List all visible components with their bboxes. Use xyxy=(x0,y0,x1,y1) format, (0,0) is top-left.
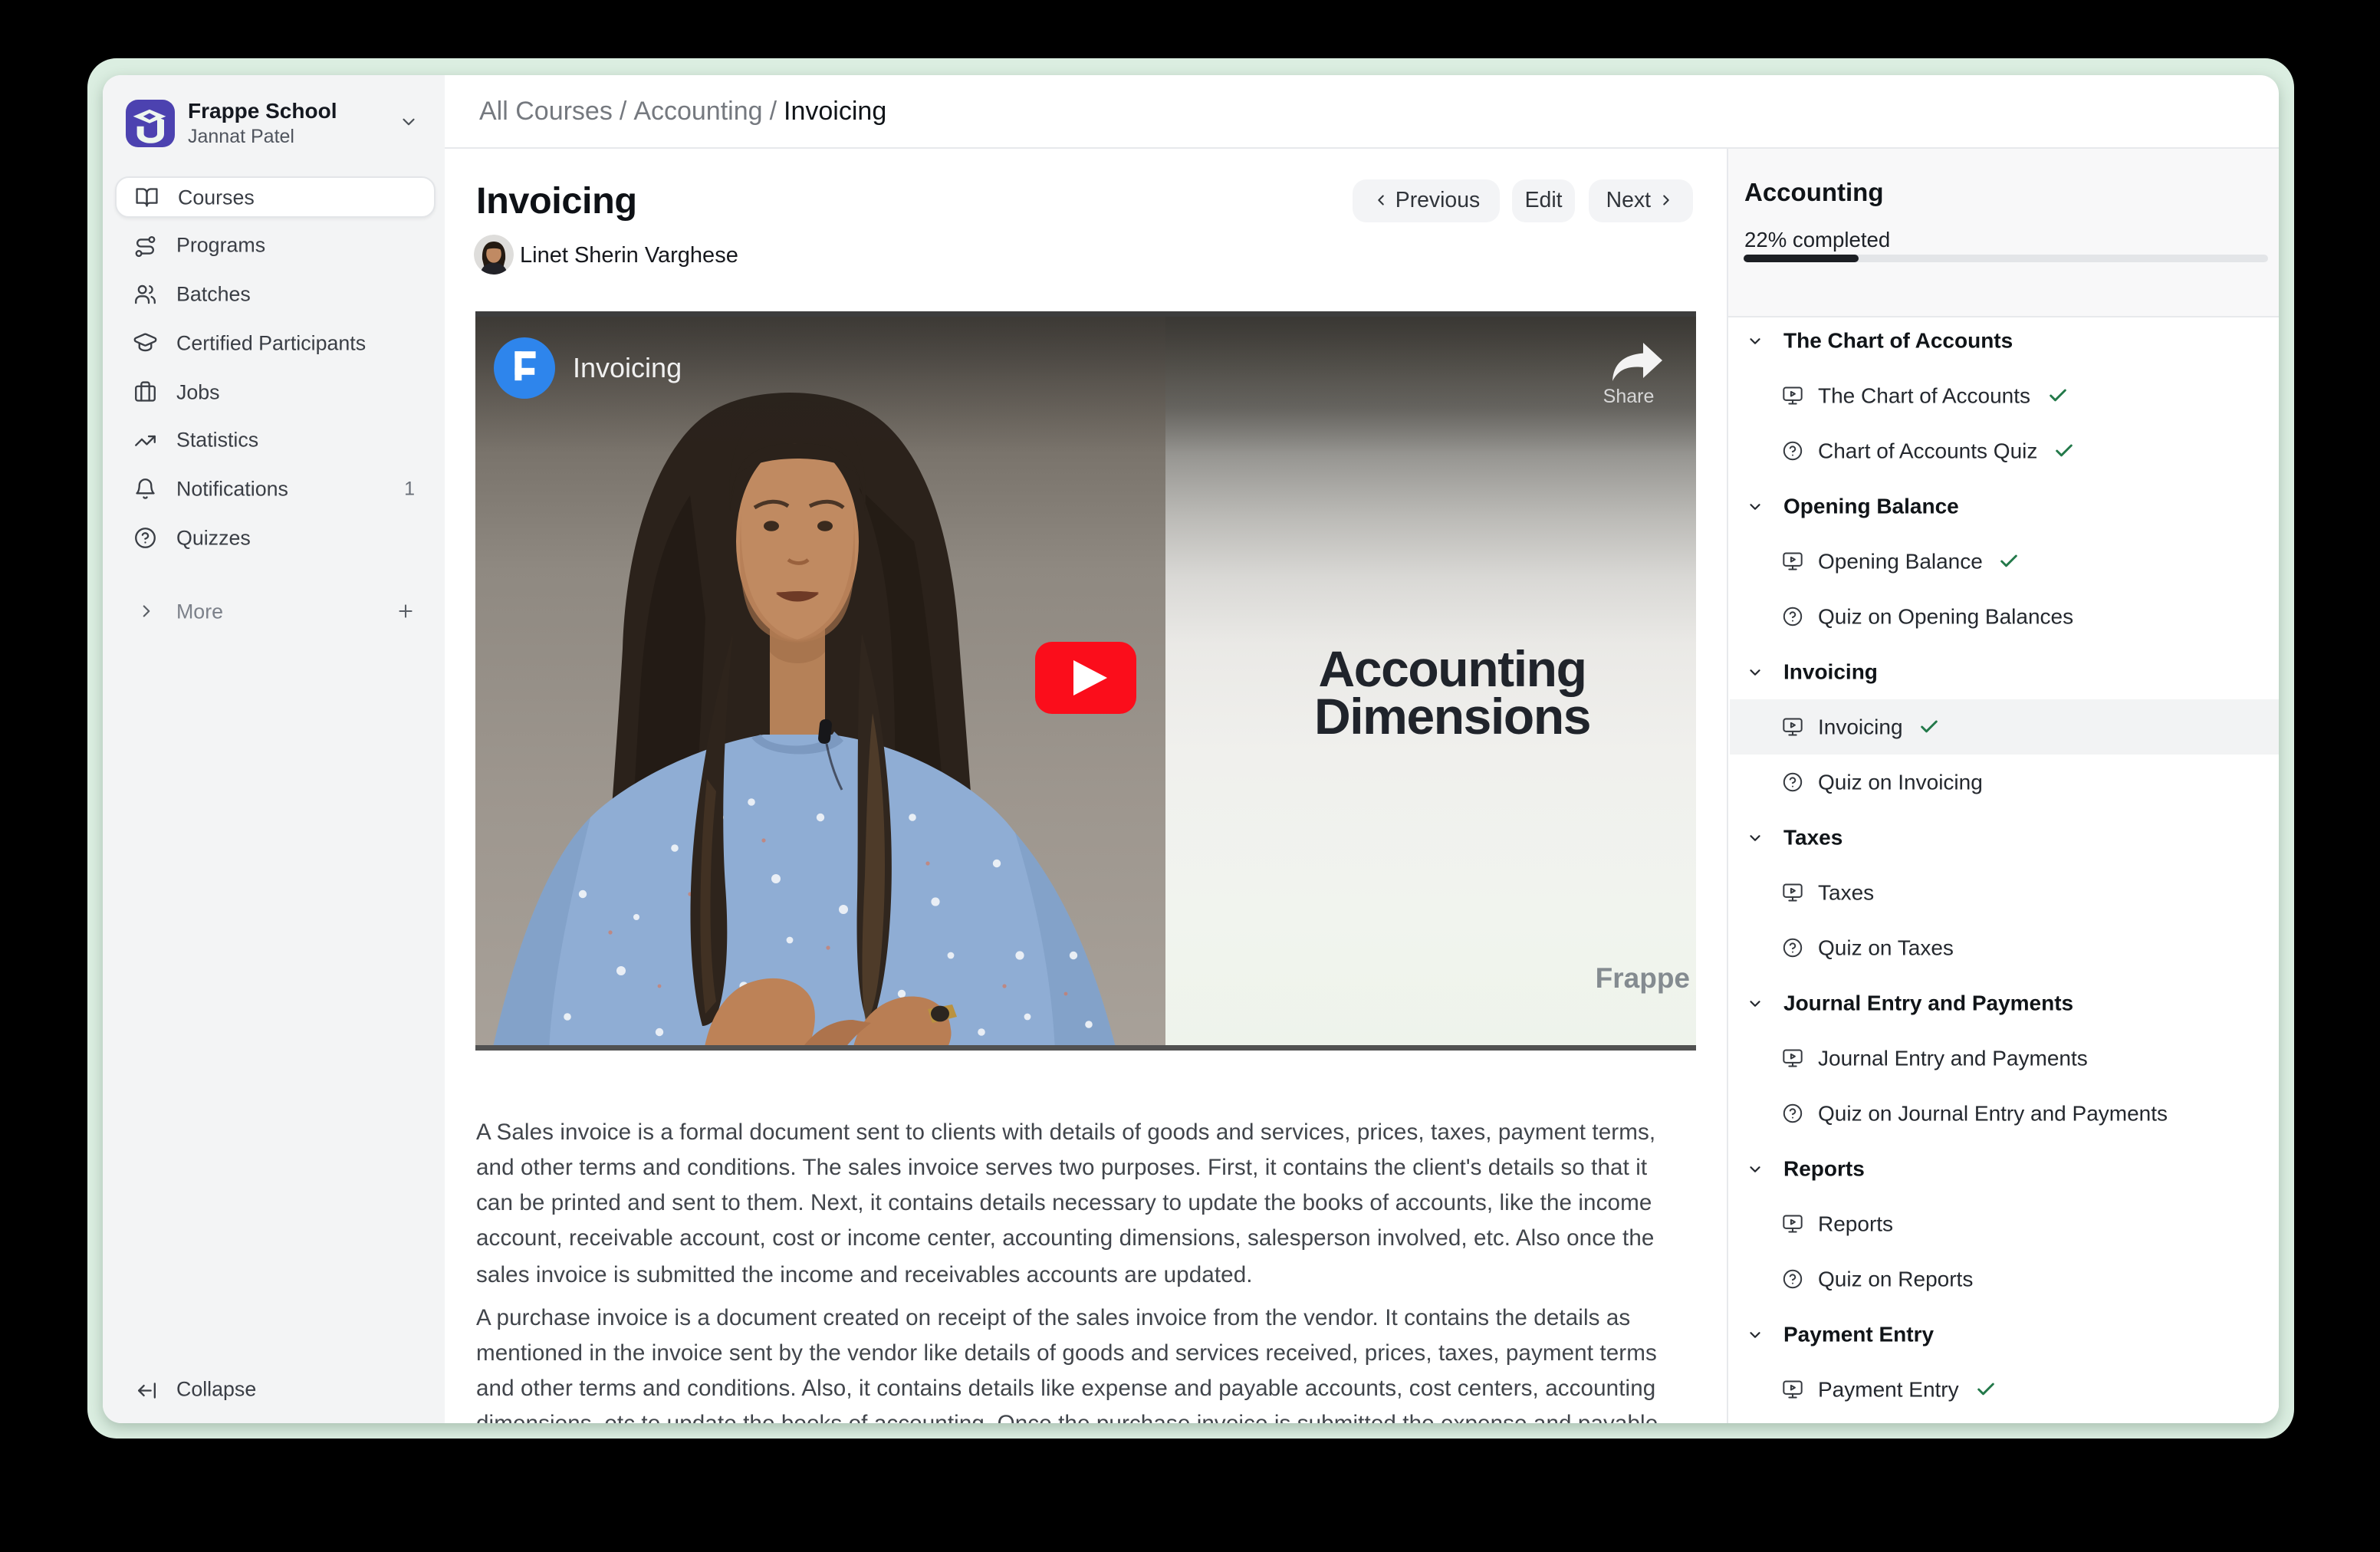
svg-text:Frappe: Frappe xyxy=(1596,962,1690,993)
svg-text:Invoicing: Invoicing xyxy=(573,351,682,383)
svg-text:Dimensions: Dimensions xyxy=(1314,687,1590,744)
svg-text:Share: Share xyxy=(1603,385,1655,406)
